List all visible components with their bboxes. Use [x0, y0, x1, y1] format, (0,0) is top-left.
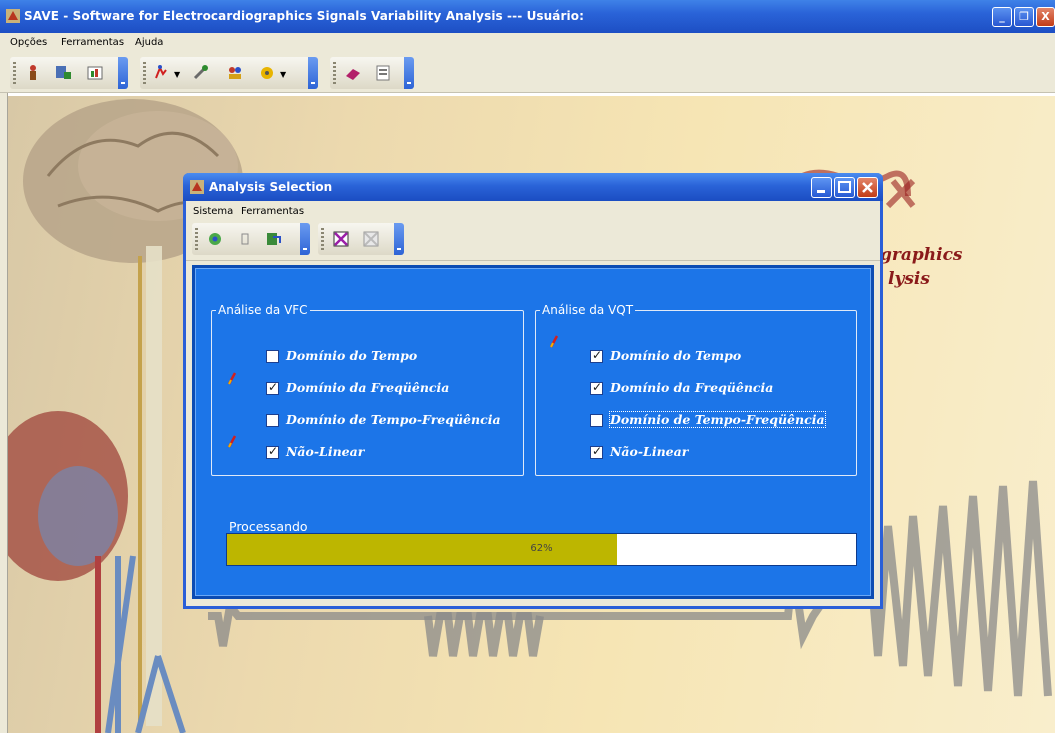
processing-progress-bar: 62% [226, 533, 857, 566]
dialog-toolbar-band-2 [318, 223, 404, 255]
menu-ferramentas[interactable]: Ferramentas [61, 37, 124, 48]
toolbar-grip[interactable] [13, 62, 16, 84]
run-icon[interactable] [150, 62, 172, 84]
vfc-analysis-group: Análise da VFC Domínio do Tempo Domínio … [211, 303, 524, 476]
vqt-frequency-domain-label: Domínio da Freqüência [610, 380, 774, 395]
dialog-maximize-button[interactable] [834, 177, 855, 198]
toolbar-chevron[interactable] [308, 57, 318, 89]
dialog-app-icon [190, 180, 204, 194]
dropdown-arrow[interactable]: ▼ [174, 70, 180, 79]
book-icon[interactable] [342, 62, 364, 84]
minimize-icon [817, 190, 825, 193]
vqt-time-domain-label: Domínio do Tempo [610, 348, 742, 363]
clear-icon[interactable] [360, 228, 382, 250]
vfc-non-linear-label: Não-Linear [286, 444, 365, 459]
users-icon[interactable] [224, 62, 246, 84]
toolbar-band-3 [330, 57, 414, 89]
main-toolbar: ▼ ▼ [0, 53, 1055, 93]
progress-percent-text: 62% [530, 543, 553, 554]
menu-opcoes[interactable]: Opções [10, 37, 47, 48]
vqt-analysis-group: Análise da VQT Domínio do Tempo Domínio … [535, 303, 857, 476]
vfc-time-frequency-checkbox[interactable] [266, 414, 279, 427]
tools-icon[interactable] [190, 62, 212, 84]
pause-icon[interactable] [234, 228, 256, 250]
window-left-border [0, 93, 8, 733]
close-icon [862, 182, 873, 193]
cancel-icon[interactable] [330, 228, 352, 250]
pencil-marker-icon [549, 335, 559, 348]
pencil-marker-icon [227, 372, 237, 385]
toolbar-grip[interactable] [143, 62, 146, 84]
main-title-bar: SAVE - Software for Electrocardiographic… [0, 0, 1055, 33]
process-icon[interactable] [204, 228, 226, 250]
dialog-minimize-button[interactable] [811, 177, 832, 198]
processing-label: Processando [229, 519, 308, 534]
vfc-time-domain-label: Domínio do Tempo [286, 348, 418, 363]
app-icon [6, 9, 20, 23]
restore-button[interactable]: ❐ [1014, 7, 1034, 27]
user-icon[interactable] [22, 62, 44, 84]
dialog-body-panel: Análise da VFC Domínio do Tempo Domínio … [192, 265, 874, 599]
toolbar-chevron[interactable] [118, 57, 128, 89]
vqt-time-frequency-checkbox[interactable] [590, 414, 603, 427]
vqt-non-linear-label: Não-Linear [610, 444, 689, 459]
vqt-non-linear-checkbox[interactable] [590, 444, 603, 459]
main-window-title: SAVE - Software for Electrocardiographic… [24, 9, 584, 23]
dialog-toolbar [186, 219, 880, 261]
vqt-time-domain-checkbox[interactable] [590, 348, 603, 363]
dialog-title: Analysis Selection [209, 180, 333, 194]
dialog-toolbar-band-1 [192, 223, 310, 255]
toolbar-band-2: ▼ ▼ [140, 57, 318, 89]
close-button[interactable]: X [1036, 7, 1055, 27]
vfc-time-domain-checkbox[interactable] [266, 350, 279, 363]
background-caption-line2: lysis [888, 269, 930, 289]
maximize-icon [838, 181, 851, 193]
toolbar-band-1 [10, 57, 128, 89]
dialog-menu-bar: Sistema Ferramentas [186, 201, 880, 219]
menu-ferramentas-dialog[interactable]: Ferramentas [241, 206, 304, 217]
settings-icon[interactable] [256, 62, 278, 84]
background-caption-line1: graphics [880, 245, 963, 265]
vqt-group-legend: Análise da VQT [540, 303, 636, 317]
vfc-group-legend: Análise da VFC [216, 303, 310, 317]
toolbar-chevron[interactable] [404, 57, 414, 89]
vqt-time-frequency-label: Domínio de Tempo-Freqüência [609, 411, 826, 428]
pencil-marker-icon [227, 435, 237, 448]
report-icon[interactable] [372, 62, 394, 84]
vfc-non-linear-checkbox[interactable] [266, 444, 279, 459]
dialog-close-button[interactable] [857, 177, 878, 198]
minimize-button[interactable]: _ [992, 7, 1012, 27]
menu-ajuda[interactable]: Ajuda [135, 37, 163, 48]
dropdown-arrow[interactable]: ▼ [280, 70, 286, 79]
toolbar-grip[interactable] [333, 62, 336, 84]
analysis-selection-dialog: Analysis Selection Sistema Ferramentas A… [183, 173, 883, 609]
chart-icon[interactable] [84, 62, 106, 84]
open-record-icon[interactable] [52, 62, 74, 84]
toolbar-grip[interactable] [195, 228, 198, 250]
vqt-frequency-domain-checkbox[interactable] [590, 380, 603, 395]
toolbar-chevron[interactable] [394, 223, 404, 255]
toolbar-grip[interactable] [321, 228, 324, 250]
vfc-time-frequency-label: Domínio de Tempo-Freqüência [286, 412, 501, 427]
vfc-frequency-domain-checkbox[interactable] [266, 380, 279, 395]
menu-sistema[interactable]: Sistema [193, 206, 233, 217]
dialog-title-bar[interactable]: Analysis Selection [183, 173, 883, 201]
vfc-frequency-domain-label: Domínio da Freqüência [286, 380, 450, 395]
toolbar-chevron[interactable] [300, 223, 310, 255]
export-icon[interactable] [262, 228, 284, 250]
main-menu-bar: Opções Ferramentas Ajuda [0, 33, 1055, 53]
